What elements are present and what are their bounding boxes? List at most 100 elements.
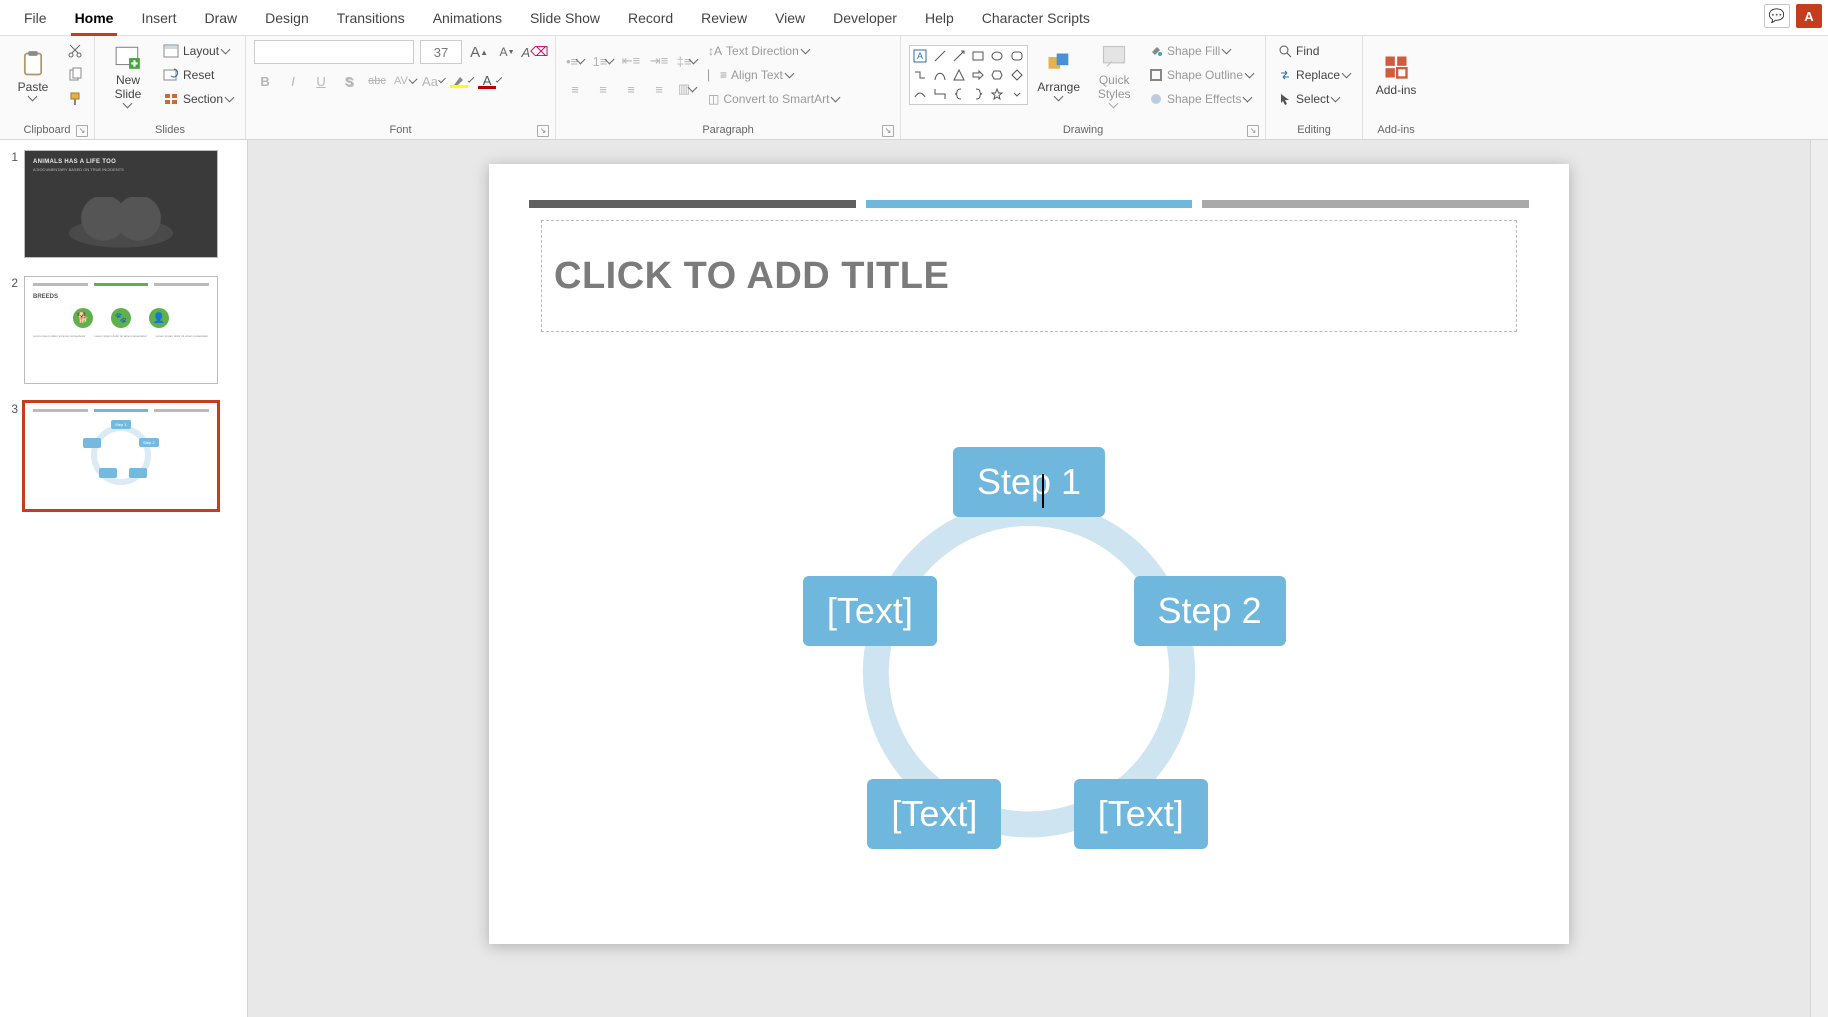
shape-outline-label: Shape Outline [1167,68,1243,82]
layout-button[interactable]: Layout [159,40,237,62]
font-size-combo[interactable]: 37 [420,40,462,64]
shape-curve-icon [911,85,929,103]
columns-button[interactable]: ▥ [676,78,698,100]
smartart-node-5[interactable]: [Text] [803,576,937,646]
slide-thumb-1[interactable]: ANIMALS HAS A LIFE TOO A DOCUMENTARY BAS… [24,150,218,258]
align-text-button[interactable]: ⎸≡Align Text [704,64,843,86]
clipboard-launcher[interactable]: ↘ [76,125,88,137]
font-color-button[interactable]: A [478,70,500,92]
format-painter-button[interactable] [64,88,86,110]
new-slide-button[interactable]: New Slide [103,40,153,110]
slide-thumb-2[interactable]: BREEDS 🐕 🐾 👤 Lorem ipsum dolor sit amet … [24,276,218,384]
italic-button[interactable]: I [282,70,304,92]
tab-design[interactable]: Design [251,0,323,36]
section-label: Section [183,92,223,106]
shrink-font-button[interactable]: A▼ [496,41,518,63]
highlight-color-button[interactable] [450,70,472,92]
title-placeholder[interactable]: CLICK TO ADD TITLE [541,220,1517,332]
bucket-icon [1149,44,1163,58]
outline-icon [1149,68,1163,82]
quick-styles-button[interactable]: Quick Styles [1089,40,1139,110]
addins-button[interactable]: Add-ins [1371,40,1421,110]
char-spacing-button[interactable]: AV [394,70,416,92]
group-addins-label: Add-ins [1371,122,1421,139]
shape-outline-button[interactable]: Shape Outline [1145,64,1257,86]
text-shadow-button[interactable]: S [338,70,360,92]
smartart-node-1[interactable]: Step 1 [953,447,1105,517]
justify-button[interactable]: ≡ [648,78,670,100]
paragraph-launcher[interactable]: ↘ [882,125,894,137]
smartart-node-2[interactable]: Step 2 [1134,576,1286,646]
increase-indent-button[interactable]: ⇥≡ [648,50,670,72]
strikethrough-button[interactable]: abc [366,70,388,92]
find-button[interactable]: Find [1274,40,1354,62]
arrange-button[interactable]: Arrange [1034,40,1084,110]
shape-hexagon-icon [988,66,1006,84]
tab-draw[interactable]: Draw [190,0,251,36]
tab-file[interactable]: File [10,0,61,36]
reset-button[interactable]: Reset [159,64,237,86]
group-font: 37 A▲ A▼ A⌫ B I U S abc AV Aa A Font↘ [246,36,556,139]
bullets-button[interactable]: •≡ [564,50,586,72]
replace-button[interactable]: Replace [1274,64,1354,86]
underline-button[interactable]: U [310,70,332,92]
shape-fill-label: Shape Fill [1167,44,1220,58]
grow-font-button[interactable]: A▲ [468,41,490,63]
person-icon: 👤 [149,308,169,328]
shapes-gallery[interactable]: A [909,45,1028,105]
group-paragraph: •≡ 1≡ ⇤≡ ⇥≡ ‡≡ ≡ ≡ ≡ ≡ ▥ ↕AText Directio… [556,36,901,139]
line-spacing-button[interactable]: ‡≡ [676,50,698,72]
tab-character-scripts[interactable]: Character Scripts [968,0,1104,36]
bold-button[interactable]: B [254,70,276,92]
tab-insert[interactable]: Insert [127,0,190,36]
text-direction-button[interactable]: ↕AText Direction [704,40,843,62]
shape-roundrect-icon [1008,47,1026,65]
section-button[interactable]: Section [159,88,237,110]
convert-smartart-button[interactable]: ◫Convert to SmartArt [704,88,843,110]
group-editing: Find Replace Select Editing [1266,36,1363,139]
tab-view[interactable]: View [761,0,819,36]
tab-record[interactable]: Record [614,0,687,36]
tab-home[interactable]: Home [61,0,128,36]
case-label: Aa [422,74,438,89]
drawing-launcher[interactable]: ↘ [1247,125,1259,137]
user-initial: A [1804,9,1813,24]
gallery-more-icon[interactable] [1008,85,1026,103]
copy-button[interactable] [64,64,86,86]
shape-textbox-icon: A [911,47,929,65]
font-name-combo[interactable] [254,40,414,64]
slide-thumbnail-pane[interactable]: 1 ANIMALS HAS A LIFE TOO A DOCUMENTARY B… [0,140,248,1017]
tab-slideshow[interactable]: Slide Show [516,0,614,36]
smartart-node-3[interactable]: [Text] [1074,779,1208,849]
align-right-button[interactable]: ≡ [620,78,642,100]
slide-editor[interactable]: CLICK TO ADD TITLE [248,140,1810,1017]
shape-fill-button[interactable]: Shape Fill [1145,40,1257,62]
cut-button[interactable] [64,40,86,62]
smartart-node-4[interactable]: [Text] [867,779,1001,849]
shape-effects-button[interactable]: Shape Effects [1145,88,1257,110]
chevron-down-icon [225,93,235,103]
tab-help[interactable]: Help [911,0,968,36]
account-button[interactable]: A [1796,4,1822,28]
numbering-button[interactable]: 1≡ [592,50,614,72]
smartart-cycle[interactable]: Step 1 Step 2 [Text] [Text] [Text] [489,382,1569,944]
tab-review[interactable]: Review [687,0,761,36]
decrease-indent-button[interactable]: ⇤≡ [620,50,642,72]
slide-canvas[interactable]: CLICK TO ADD TITLE [489,164,1569,944]
change-case-button[interactable]: Aa [422,70,444,92]
chevron-down-icon [221,45,231,55]
slide-thumb-3[interactable]: Step 1 Step 2 [24,402,218,510]
select-button[interactable]: Select [1274,88,1354,110]
align-center-button[interactable]: ≡ [592,78,614,100]
vertical-scrollbar[interactable] [1810,140,1828,1017]
tab-transitions[interactable]: Transitions [323,0,419,36]
tab-animations[interactable]: Animations [419,0,516,36]
align-left-button[interactable]: ≡ [564,78,586,100]
font-launcher[interactable]: ↘ [537,125,549,137]
clear-formatting-button[interactable]: A⌫ [524,41,546,63]
tab-developer[interactable]: Developer [819,0,911,36]
text-direction-icon: ↕A [708,44,722,58]
comments-button[interactable]: 💬 [1764,4,1790,28]
comments-icon: 💬 [1769,8,1785,24]
paste-button[interactable]: Paste [8,40,58,110]
